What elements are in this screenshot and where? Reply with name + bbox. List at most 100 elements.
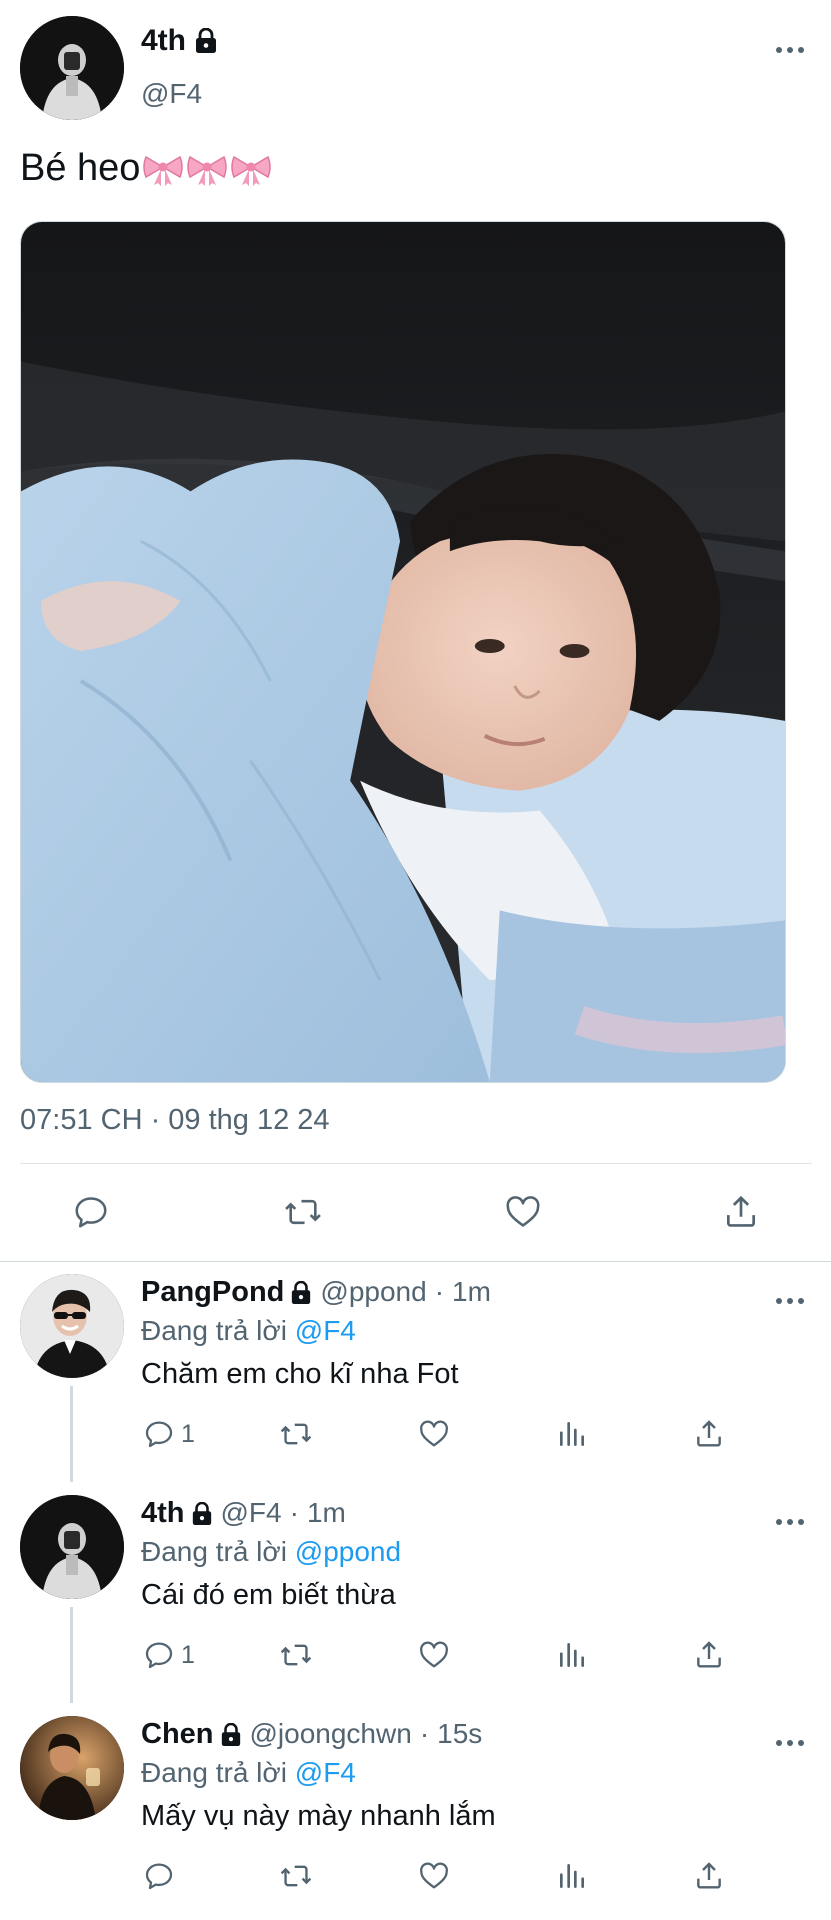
share-icon — [697, 1420, 721, 1447]
like-button[interactable] — [418, 1639, 450, 1671]
like-button[interactable] — [418, 1418, 450, 1450]
reply-header: Chen @joongchwn · 15s — [141, 1718, 482, 1751]
author-name[interactable]: 4th — [141, 24, 218, 58]
retweet-button[interactable] — [279, 1860, 313, 1892]
lock-icon — [292, 1280, 311, 1304]
share-button[interactable] — [722, 1193, 760, 1231]
reply-icon — [145, 1863, 173, 1890]
reply-author-name-text: PangPond — [141, 1276, 285, 1308]
more-icon[interactable] — [776, 47, 804, 53]
reply-text: Mấy vụ này mày nhanh lắm — [141, 1800, 496, 1832]
ribbon-emoji-icon — [143, 155, 184, 186]
author-avatar[interactable] — [20, 16, 124, 120]
reply-author-handle[interactable]: @ppond — [320, 1276, 426, 1308]
reply-actions — [0, 1856, 831, 1906]
lock-icon — [196, 28, 216, 53]
separator-dot: · — [434, 1276, 445, 1307]
reply-icon — [75, 1197, 107, 1228]
replying-to-mention[interactable]: @ppond — [295, 1536, 401, 1567]
share-button[interactable] — [693, 1860, 725, 1892]
replying-to-mention[interactable]: @F4 — [295, 1315, 356, 1346]
more-icon[interactable] — [776, 1519, 804, 1525]
tweet-text: Bé heo — [20, 147, 272, 190]
reply-author-name[interactable]: PangPond — [141, 1276, 312, 1309]
reply-button[interactable] — [143, 1860, 181, 1892]
replying-to: Đang trả lời @F4 — [141, 1757, 356, 1789]
reply-button[interactable]: 1 — [143, 1639, 195, 1671]
like-icon — [420, 1862, 448, 1889]
reply-avatar[interactable] — [20, 1495, 124, 1599]
reply-author-handle[interactable]: @joongchwn — [250, 1718, 412, 1750]
reply-time[interactable]: 1m — [307, 1497, 346, 1529]
reply-actions: 1 — [0, 1414, 831, 1464]
tweet-actions — [0, 1183, 831, 1243]
more-icon[interactable] — [776, 1298, 804, 1304]
reply-author-handle[interactable]: @F4 — [221, 1497, 282, 1529]
reply-tweet[interactable]: PangPond @ppond · 1m Đang trả lời @F4 Ch… — [0, 1262, 831, 1482]
reply-header: PangPond @ppond · 1m — [141, 1276, 491, 1309]
like-button[interactable] — [418, 1860, 450, 1892]
lock-icon — [221, 1722, 240, 1746]
reply-icon — [145, 1642, 173, 1669]
reply-avatar[interactable] — [20, 1716, 124, 1820]
reply-count: 1 — [181, 1419, 195, 1448]
main-tweet: 4th @F4 Bé heo 07:51 CH · 09 thg 12 24 — [0, 0, 831, 1262]
replying-to-mention[interactable]: @F4 — [295, 1757, 356, 1788]
separator-dot: · — [289, 1497, 299, 1528]
reply-author-name-text: Chen — [141, 1718, 214, 1750]
retweet-button[interactable] — [279, 1418, 313, 1450]
tweet-text-content: Bé heo — [20, 147, 141, 189]
replying-to: Đang trả lời @ppond — [141, 1536, 401, 1568]
reply-avatar[interactable] — [20, 1274, 124, 1378]
reply-author-name-text: 4th — [141, 1497, 185, 1529]
reply-text: Cái đó em biết thừa — [141, 1579, 396, 1611]
share-button[interactable] — [693, 1418, 725, 1450]
views-icon — [560, 1643, 584, 1667]
share-icon — [697, 1862, 721, 1889]
ribbon-emoji-icon — [231, 155, 272, 186]
retweet-icon — [285, 1199, 321, 1225]
replying-to-label: Đang trả lời — [141, 1315, 287, 1346]
retweet-icon — [280, 1644, 312, 1666]
tweet-timestamp[interactable]: 07:51 CH · 09 thg 12 24 — [20, 1104, 330, 1137]
retweet-icon — [280, 1423, 312, 1445]
retweet-button[interactable] — [283, 1193, 323, 1231]
like-icon — [420, 1420, 448, 1447]
like-icon — [506, 1196, 540, 1227]
tweet-photo[interactable] — [20, 221, 786, 1083]
reply-button[interactable]: 1 — [143, 1418, 195, 1450]
reply-actions: 1 — [0, 1635, 831, 1685]
author-handle[interactable]: @F4 — [141, 78, 202, 110]
views-button[interactable] — [556, 1860, 588, 1892]
reply-author-name[interactable]: Chen — [141, 1718, 242, 1751]
share-button[interactable] — [693, 1639, 725, 1671]
views-icon — [560, 1422, 584, 1446]
author-name-text: 4th — [141, 24, 186, 57]
reply-header: 4th @F4 · 1m — [141, 1497, 346, 1530]
more-icon[interactable] — [776, 1740, 804, 1746]
replying-to: Đang trả lời @F4 — [141, 1315, 356, 1347]
retweet-icon — [280, 1865, 312, 1887]
reply-tweet[interactable]: 4th @F4 · 1m Đang trả lời @ppond Cái đó … — [0, 1483, 831, 1703]
divider — [20, 1163, 812, 1164]
like-button[interactable] — [504, 1193, 542, 1231]
reply-count: 1 — [181, 1640, 195, 1669]
replying-to-label: Đang trả lời — [141, 1757, 287, 1788]
reply-tweet[interactable]: Chen @joongchwn · 15s Đang trả lời @F4 M… — [0, 1704, 831, 1920]
retweet-button[interactable] — [279, 1639, 313, 1671]
reply-time[interactable]: 15s — [437, 1718, 482, 1750]
reply-author-name[interactable]: 4th — [141, 1497, 213, 1530]
views-button[interactable] — [556, 1418, 588, 1450]
separator-dot: · — [419, 1718, 430, 1749]
views-button[interactable] — [556, 1639, 588, 1671]
reply-time[interactable]: 1m — [452, 1276, 491, 1308]
reply-text: Chăm em cho kĩ nha Fot — [141, 1358, 459, 1390]
reply-icon — [145, 1421, 173, 1448]
replying-to-label: Đang trả lời — [141, 1536, 287, 1567]
views-icon — [560, 1864, 584, 1888]
reply-button[interactable] — [72, 1193, 110, 1231]
ribbon-emoji-icon — [187, 155, 228, 186]
share-icon — [726, 1195, 756, 1227]
ribbon-emoji-group — [142, 151, 272, 187]
like-icon — [420, 1641, 448, 1668]
